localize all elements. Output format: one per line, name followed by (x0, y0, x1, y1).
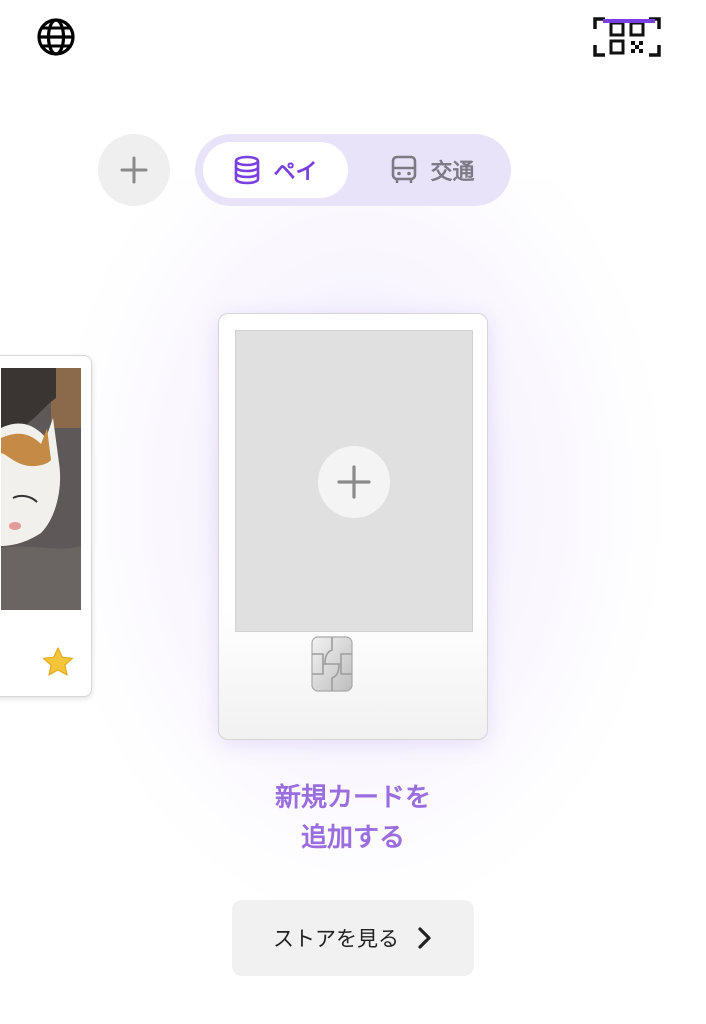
card-photo (1, 368, 81, 610)
card-image-area (235, 330, 473, 632)
add-card-button[interactable] (98, 134, 170, 206)
language-button[interactable] (34, 15, 78, 59)
qr-scan-icon (593, 17, 661, 57)
add-card-plus[interactable] (318, 446, 390, 518)
plus-icon (337, 465, 371, 499)
new-card-label: 新規カードを 追加する (200, 778, 506, 858)
coin-stack-icon (235, 155, 260, 185)
view-store-label: ストアを見る (273, 927, 399, 951)
tab-transit-label: 交通 (430, 160, 475, 185)
tab-pay[interactable]: ペイ (203, 142, 348, 198)
wallet-screen: ペイ 交通 新規カードを 追加する ストアを見る (0, 0, 706, 1024)
new-card-label-line1: 新規カードを (274, 783, 431, 813)
saved-card[interactable] (0, 355, 92, 697)
view-store-button[interactable]: ストアを見る (232, 900, 474, 976)
globe-icon (37, 18, 75, 56)
plus-icon (120, 156, 148, 184)
card-chip-icon (311, 636, 353, 692)
tab-transit[interactable]: 交通 (360, 142, 505, 198)
tab-pay-label: ペイ (273, 160, 318, 185)
category-switch: ペイ 交通 (195, 134, 511, 206)
new-card-label-line2: 追加する (300, 823, 405, 853)
star-icon (42, 647, 74, 676)
qr-scan-button[interactable] (588, 12, 666, 62)
bus-icon (392, 155, 417, 183)
chevron-right-icon (418, 927, 431, 949)
new-card-placeholder[interactable] (218, 313, 488, 740)
